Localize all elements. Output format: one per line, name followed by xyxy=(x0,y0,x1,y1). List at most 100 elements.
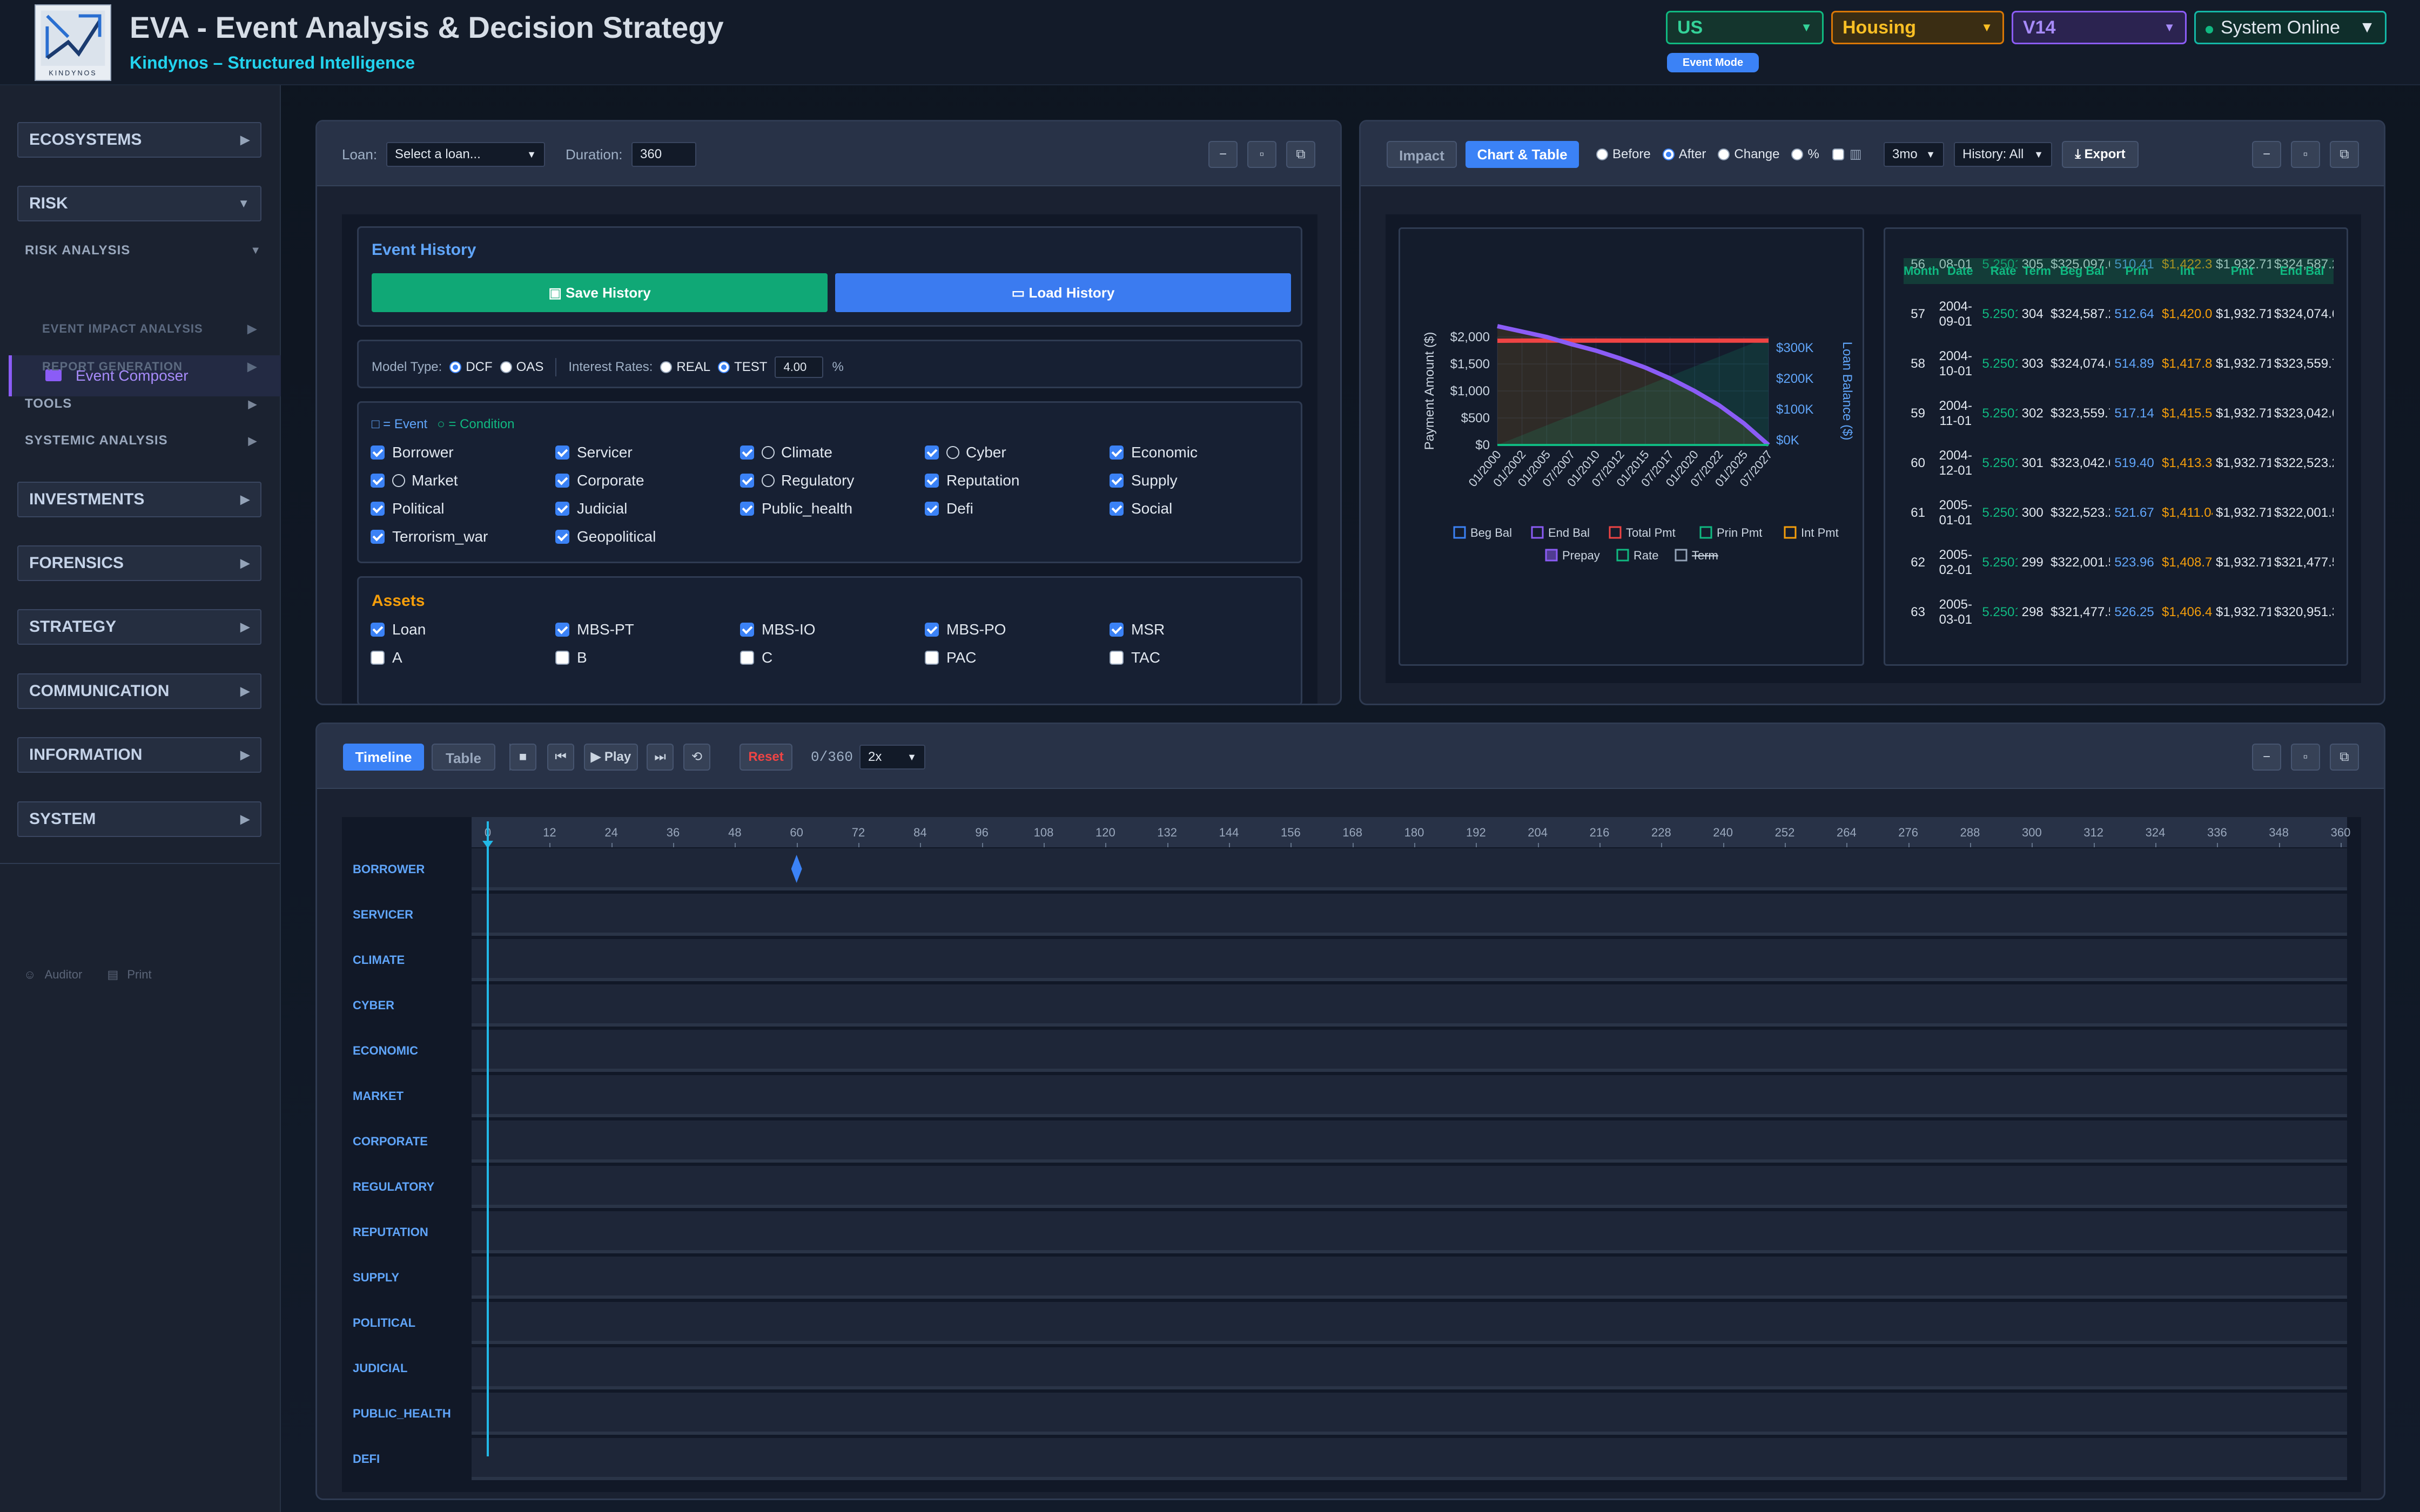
sidebar-item-communication[interactable]: COMMUNICATION ▶ xyxy=(17,673,261,709)
checkbox-icon[interactable] xyxy=(740,446,754,460)
event-checkbox-reputation[interactable]: Reputation xyxy=(925,472,1019,489)
asset-checkbox-mbs-po[interactable]: MBS-PO xyxy=(925,621,1006,638)
popout-button[interactable]: ⧉ xyxy=(2330,744,2359,771)
model-dcf-radio[interactable] xyxy=(449,361,462,373)
print-link[interactable]: Print xyxy=(127,968,151,981)
speed-select[interactable]: 2x ▼ xyxy=(859,745,925,770)
sidebar-item-investments[interactable]: INVESTMENTS ▶ xyxy=(17,482,261,517)
timeline-track-political[interactable] xyxy=(472,1302,2347,1344)
minimize-button[interactable]: − xyxy=(1208,141,1238,168)
rates-test-radio[interactable] xyxy=(718,361,730,373)
status-select[interactable]: System Online ▼ xyxy=(2194,11,2387,44)
sidebar-item-strategy[interactable]: STRATEGY ▶ xyxy=(17,609,261,645)
timeline-track-reputation[interactable] xyxy=(472,1211,2347,1253)
sidebar-item-forensics[interactable]: FORENSICS ▶ xyxy=(17,545,261,581)
event-checkbox-market[interactable]: Market xyxy=(371,472,458,489)
checkbox-icon[interactable] xyxy=(555,474,569,488)
timeline-track-public_health[interactable] xyxy=(472,1393,2347,1435)
rates-real-radio[interactable] xyxy=(660,361,673,373)
checkbox-icon[interactable] xyxy=(1110,502,1124,516)
sidebar-item-ecosystems[interactable]: ECOSYSTEMS ▶ xyxy=(17,122,261,158)
maximize-button[interactable]: ▫ xyxy=(2291,141,2320,168)
checkbox-icon[interactable] xyxy=(925,651,939,665)
timeline-track-borrower[interactable] xyxy=(472,848,2347,890)
tab-timeline[interactable]: Timeline xyxy=(343,744,424,771)
asset-checkbox-loan[interactable]: Loan xyxy=(371,621,426,638)
checkbox-icon[interactable] xyxy=(1110,474,1124,488)
timeline-track-climate[interactable] xyxy=(472,939,2347,981)
sidebar-item-system[interactable]: SYSTEM ▶ xyxy=(17,801,261,837)
loop-button[interactable]: ⟲ xyxy=(683,744,710,771)
event-checkbox-climate[interactable]: Climate xyxy=(740,444,832,461)
checkbox-icon[interactable] xyxy=(925,446,939,460)
checkbox-icon[interactable] xyxy=(371,623,385,637)
asset-checkbox-mbs-pt[interactable]: MBS-PT xyxy=(555,621,634,638)
sidebar-item-risk-analysis[interactable]: RISK ANALYSIS ▼ xyxy=(25,243,261,258)
event-checkbox-corporate[interactable]: Corporate xyxy=(555,472,644,489)
event-checkbox-terrorism_war[interactable]: Terrorism_war xyxy=(371,528,488,545)
checkbox-icon[interactable] xyxy=(1110,651,1124,665)
asset-checkbox-a[interactable]: A xyxy=(371,649,402,666)
popout-button[interactable]: ⧉ xyxy=(1286,141,1315,168)
checkbox-icon[interactable] xyxy=(555,446,569,460)
minimize-button[interactable]: − xyxy=(2252,141,2281,168)
checkbox-icon[interactable] xyxy=(555,623,569,637)
maximize-button[interactable]: ▫ xyxy=(1247,141,1276,168)
timeline-track-economic[interactable] xyxy=(472,1030,2347,1072)
asset-checkbox-mbs-io[interactable]: MBS-IO xyxy=(740,621,816,638)
asset-checkbox-pac[interactable]: PAC xyxy=(925,649,977,666)
asset-checkbox-c[interactable]: C xyxy=(740,649,772,666)
event-checkbox-supply[interactable]: Supply xyxy=(1110,472,1178,489)
tab-table[interactable]: Table xyxy=(432,744,495,771)
event-checkbox-public_health[interactable]: Public_health xyxy=(740,500,852,517)
checkbox-icon[interactable] xyxy=(555,651,569,665)
sidebar-item-risk[interactable]: RISK ▼ xyxy=(17,186,261,221)
sector-select[interactable]: Housing ▼ xyxy=(1831,11,2004,44)
timeline-track-cyber[interactable] xyxy=(472,984,2347,1027)
sidebar-item-information[interactable]: INFORMATION ▶ xyxy=(17,737,261,773)
sidebar-item-systemic[interactable]: SYSTEMIC ANALYSIS ▶ xyxy=(25,433,257,448)
checkbox-icon[interactable] xyxy=(555,502,569,516)
play-button[interactable]: ▶ Play xyxy=(584,744,638,771)
after-radio[interactable] xyxy=(1662,148,1675,160)
event-checkbox-judicial[interactable]: Judicial xyxy=(555,500,627,517)
asset-checkbox-tac[interactable]: TAC xyxy=(1110,649,1160,666)
history-select[interactable]: History: All ▼ xyxy=(1954,142,2052,167)
event-checkbox-cyber[interactable]: Cyber xyxy=(925,444,1006,461)
percent-radio[interactable] xyxy=(1791,148,1804,160)
log-checkbox[interactable] xyxy=(1832,148,1844,160)
maximize-button[interactable]: ▫ xyxy=(2291,744,2320,771)
rate-input[interactable]: 4.00 xyxy=(775,356,824,378)
timeline-track-judicial[interactable] xyxy=(472,1347,2347,1389)
event-checkbox-regulatory[interactable]: Regulatory xyxy=(740,472,854,489)
timeline-cursor[interactable] xyxy=(487,821,489,1456)
timeline-track-defi[interactable] xyxy=(472,1438,2347,1480)
timeline-track-supply[interactable] xyxy=(472,1257,2347,1299)
timeline-track-regulatory[interactable] xyxy=(472,1166,2347,1208)
checkbox-icon[interactable] xyxy=(740,474,754,488)
stop-button[interactable]: ■ xyxy=(509,744,536,771)
sidebar-item-tools[interactable]: TOOLS ▶ xyxy=(25,396,257,411)
asset-checkbox-msr[interactable]: MSR xyxy=(1110,621,1165,638)
checkbox-icon[interactable] xyxy=(555,530,569,544)
checkbox-icon[interactable] xyxy=(740,502,754,516)
loan-select[interactable]: Select a loan... ▼ xyxy=(386,142,545,167)
auditor-link[interactable]: Auditor xyxy=(45,968,83,981)
popout-button[interactable]: ⧉ xyxy=(2330,141,2359,168)
checkbox-icon[interactable] xyxy=(371,474,385,488)
sidebar-item-report-generation[interactable]: REPORT GENERATION ▶ xyxy=(42,360,257,374)
version-select[interactable]: V14 ▼ xyxy=(2012,11,2187,44)
event-checkbox-political[interactable]: Political xyxy=(371,500,444,517)
checkbox-icon[interactable] xyxy=(740,623,754,637)
event-checkbox-social[interactable]: Social xyxy=(1110,500,1172,517)
duration-input[interactable]: 360 xyxy=(631,142,696,167)
event-mode-badge[interactable]: Event Mode xyxy=(1667,53,1759,72)
tab-impact[interactable]: Impact xyxy=(1387,141,1457,168)
change-radio[interactable] xyxy=(1718,148,1730,160)
period-select[interactable]: 3mo ▼ xyxy=(1884,142,1944,167)
timeline-track-market[interactable] xyxy=(472,1075,2347,1117)
checkbox-icon[interactable] xyxy=(371,651,385,665)
checkbox-icon[interactable] xyxy=(740,651,754,665)
event-checkbox-geopolitical[interactable]: Geopolitical xyxy=(555,528,656,545)
export-button[interactable]: ⤓ Export xyxy=(2062,141,2139,168)
